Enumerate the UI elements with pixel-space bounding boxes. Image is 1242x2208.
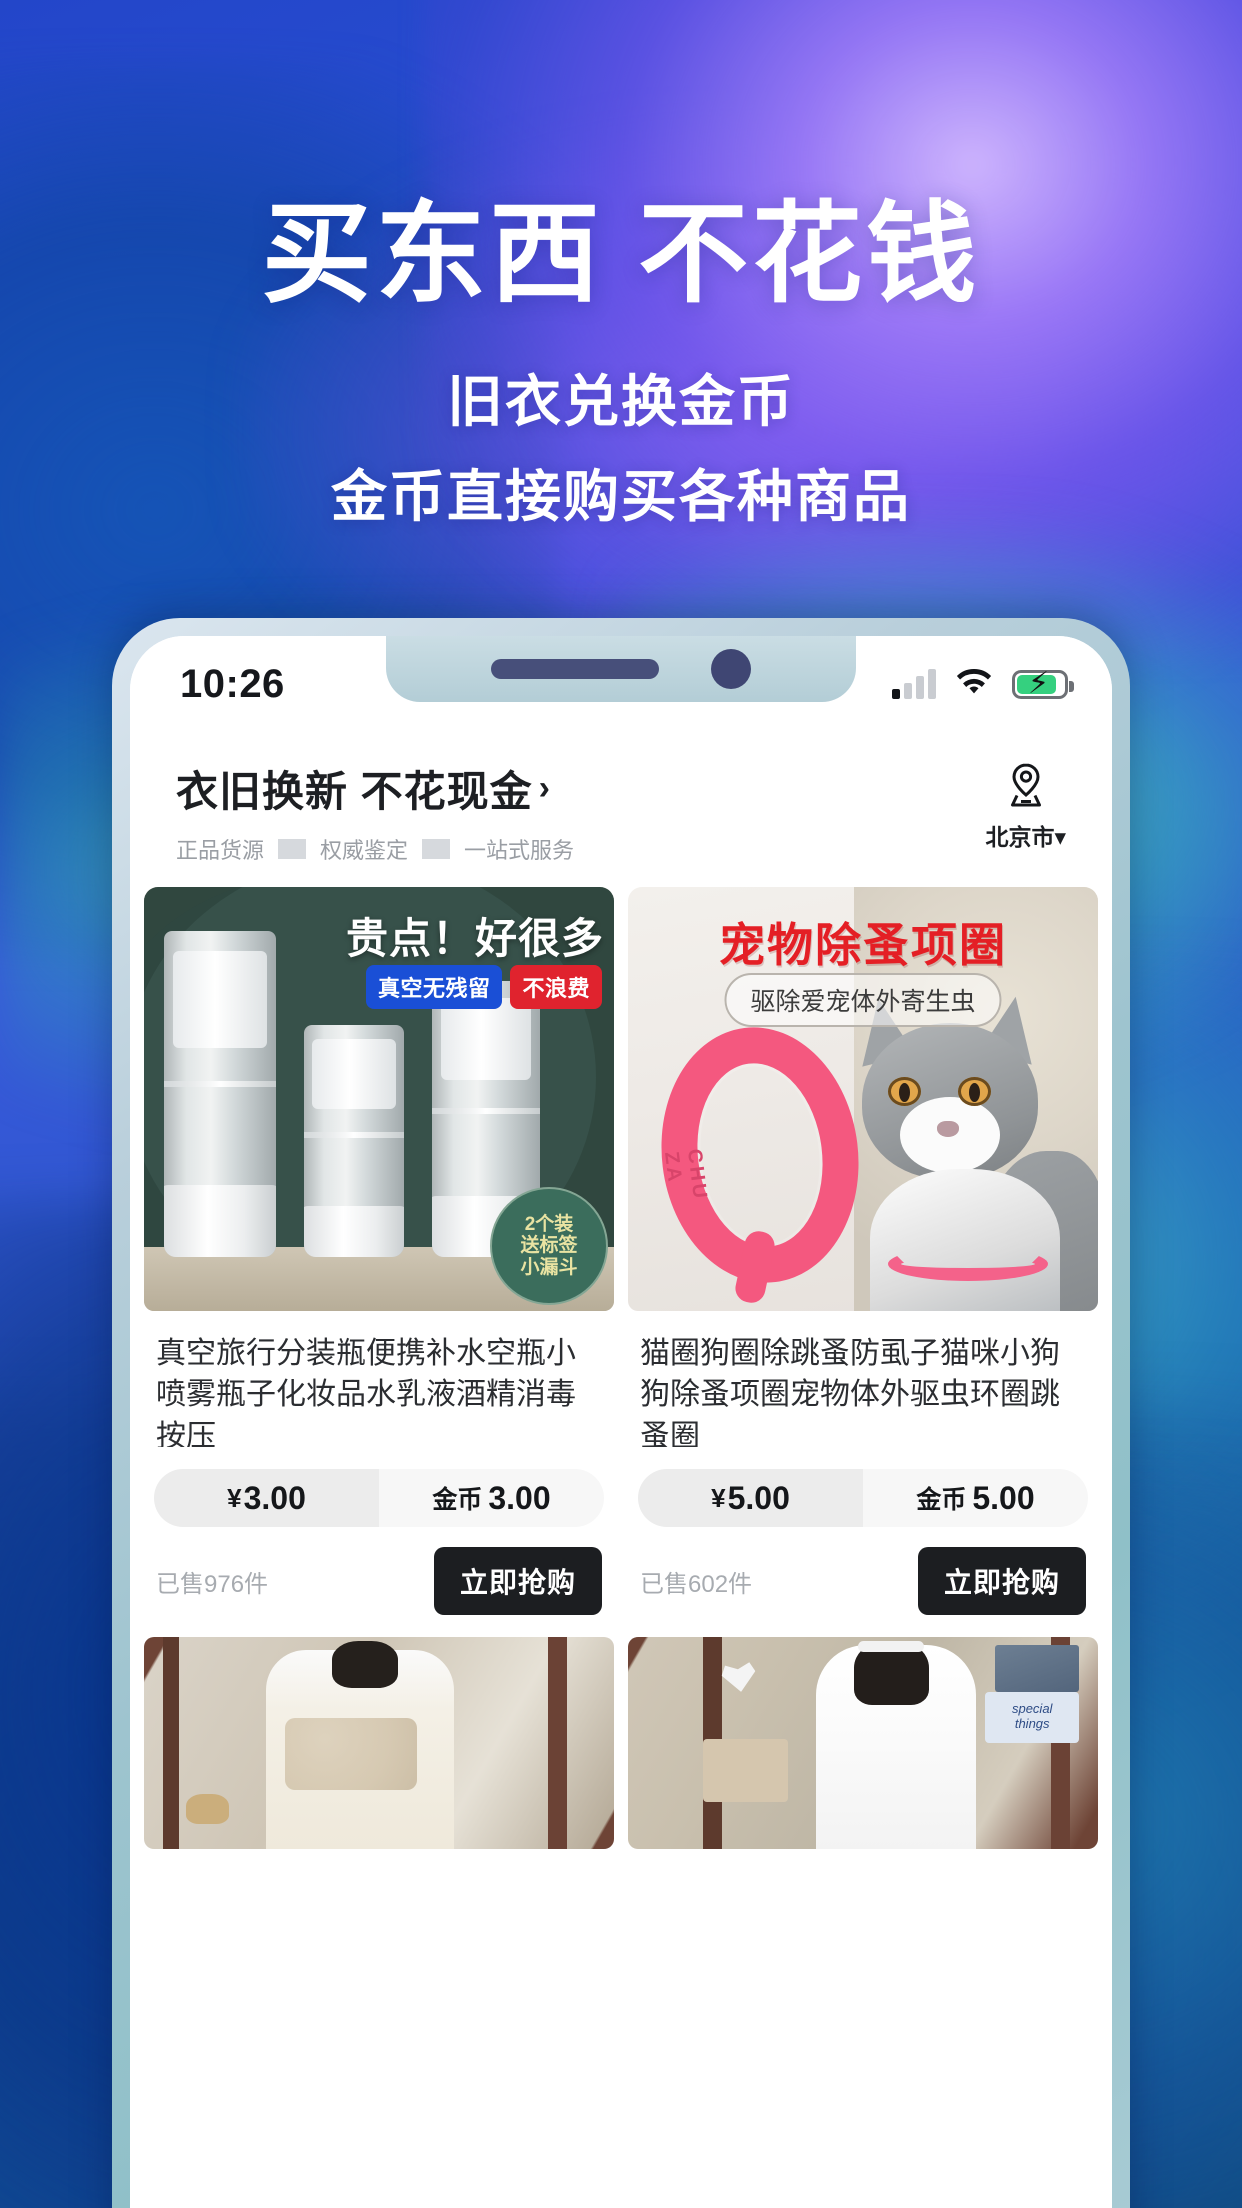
product-price-cash: ¥5.00 bbox=[638, 1469, 863, 1527]
product-sold-count: 已售976件 bbox=[156, 1570, 269, 1598]
product-image-headline: 贵点！好很多 bbox=[345, 915, 604, 962]
product-image-badges: 真空无残留 不浪费 bbox=[365, 965, 602, 1009]
product-price-coin: 金币 3.00 bbox=[379, 1469, 604, 1527]
product-image[interactable] bbox=[144, 1637, 614, 1849]
product-image[interactable]: special things bbox=[628, 1637, 1098, 1849]
status-bar-icons: ⚡ bbox=[892, 667, 1074, 702]
header-tag-list: 正品货源 权威鉴定 一站式服务 bbox=[176, 833, 588, 865]
vacuum-bottles-photo: 贵点！好很多 真空无残留 不浪费 2个装 送标签 小漏斗 bbox=[144, 887, 614, 1311]
hero-headline: 买东西 不花钱 bbox=[261, 193, 981, 316]
poster-text-line2: things bbox=[1014, 1716, 1050, 1732]
location-pin-icon bbox=[1004, 762, 1048, 813]
phone-screen: 10:26 ⚡ 衣旧换新 不花现金 › 正品货源 权威鉴定 一站式服务 北京市▾… bbox=[130, 636, 1112, 2208]
product-image-circle-badge: 2个装 送标签 小漏斗 bbox=[490, 1187, 608, 1305]
product-price-row: ¥5.00 金币 5.00 bbox=[638, 1469, 1088, 1527]
app-header-left: 衣旧换新 不花现金 › 正品货源 权威鉴定 一站式服务 bbox=[176, 758, 588, 865]
white-puff-sleeve-dress-photo: special things bbox=[628, 1637, 1098, 1849]
hero-copy: 买东西 不花钱 旧衣兑换金币 金币直接购买各种商品 bbox=[0, 0, 1242, 533]
product-grid: 贵点！好很多 真空无残留 不浪费 2个装 送标签 小漏斗 真空旅行分装瓶便携补水… bbox=[130, 875, 1112, 1637]
signal-bars-icon bbox=[892, 669, 936, 699]
product-card[interactable]: 贵点！好很多 真空无残留 不浪费 2个装 送标签 小漏斗 真空旅行分装瓶便携补水… bbox=[144, 887, 614, 1637]
product-grid-row2: special things bbox=[130, 1637, 1112, 1849]
product-price-coin: 金币 5.00 bbox=[863, 1469, 1088, 1527]
header-tag-1: 正品货源 bbox=[176, 838, 265, 863]
bear-print-overall-dress-photo bbox=[144, 1637, 614, 1849]
earpiece-speaker bbox=[491, 659, 659, 679]
hero-subtitle-line1: 旧衣兑换金币 bbox=[447, 369, 795, 433]
battery-charging-icon: ⚡ bbox=[1012, 668, 1074, 699]
product-image[interactable]: CHU ZA 宠物除蚤项圈 驱除爱宠体外寄生虫 bbox=[628, 887, 1098, 1311]
wifi-icon bbox=[955, 667, 993, 702]
page-title: 衣旧换新 不花现金 bbox=[176, 768, 533, 815]
app-header-title-row[interactable]: 衣旧换新 不花现金 › bbox=[176, 758, 588, 819]
product-image-headline: 宠物除蚤项圈 bbox=[719, 919, 1007, 971]
product-footer: 已售976件 立即抢购 bbox=[144, 1527, 614, 1637]
cat-photo bbox=[836, 991, 1098, 1311]
product-image-pill-text: 驱除爱宠体外寄生虫 bbox=[724, 973, 1002, 1027]
location-label: 北京市▾ bbox=[985, 824, 1066, 850]
buy-now-button[interactable]: 立即抢购 bbox=[917, 1547, 1086, 1615]
header-tag-2: 权威鉴定 bbox=[320, 838, 409, 863]
status-bar-time: 10:26 bbox=[180, 661, 285, 706]
app-header: 衣旧换新 不花现金 › 正品货源 权威鉴定 一站式服务 北京市▾ bbox=[130, 732, 1112, 875]
poster-text-line1: special bbox=[1011, 1700, 1053, 1716]
status-bar: 10:26 ⚡ bbox=[130, 636, 1112, 732]
buy-now-button[interactable]: 立即抢购 bbox=[433, 1547, 602, 1615]
product-footer: 已售602件 立即抢购 bbox=[628, 1527, 1098, 1637]
product-sold-count: 已售602件 bbox=[640, 1570, 753, 1598]
badge-no-waste: 不浪费 bbox=[510, 965, 602, 1009]
location-selector[interactable]: 北京市▾ bbox=[985, 758, 1066, 852]
pet-flea-collar-photo: CHU ZA 宠物除蚤项圈 驱除爱宠体外寄生虫 bbox=[628, 887, 1098, 1311]
chevron-right-icon: › bbox=[538, 769, 551, 807]
header-tag-3: 一站式服务 bbox=[464, 838, 575, 863]
tag-divider bbox=[422, 839, 451, 859]
bottle-large bbox=[164, 931, 276, 1257]
product-card[interactable]: CHU ZA 宠物除蚤项圈 驱除爱宠体外寄生虫 猫圈狗圈除跳蚤防虱子猫咪小狗狗除… bbox=[628, 887, 1098, 1637]
product-price-row: ¥3.00 金币 3.00 bbox=[154, 1469, 604, 1527]
product-price-cash: ¥3.00 bbox=[154, 1469, 379, 1527]
product-title[interactable]: 真空旅行分装瓶便携补水空瓶小喷雾瓶子化妆品水乳液酒精消毒按压 bbox=[144, 1311, 614, 1447]
phone-notch bbox=[386, 636, 856, 702]
product-image[interactable]: 贵点！好很多 真空无残留 不浪费 2个装 送标签 小漏斗 bbox=[144, 887, 614, 1311]
tag-divider bbox=[278, 839, 307, 859]
collar-embossed-text: CHU ZA bbox=[660, 1147, 712, 1203]
front-camera bbox=[711, 649, 751, 689]
phone-mockup: 10:26 ⚡ 衣旧换新 不花现金 › 正品货源 权威鉴定 一站式服务 北京市▾… bbox=[112, 618, 1130, 2208]
hero-subtitle-line2: 金币直接购买各种商品 bbox=[331, 464, 911, 528]
bottle-small bbox=[304, 1025, 404, 1257]
badge-vacuum-no-residue: 真空无残留 bbox=[365, 965, 503, 1009]
product-title[interactable]: 猫圈狗圈除跳蚤防虱子猫咪小狗狗除蚤项圈宠物体外驱虫环圈跳蚤圈 bbox=[628, 1311, 1098, 1447]
